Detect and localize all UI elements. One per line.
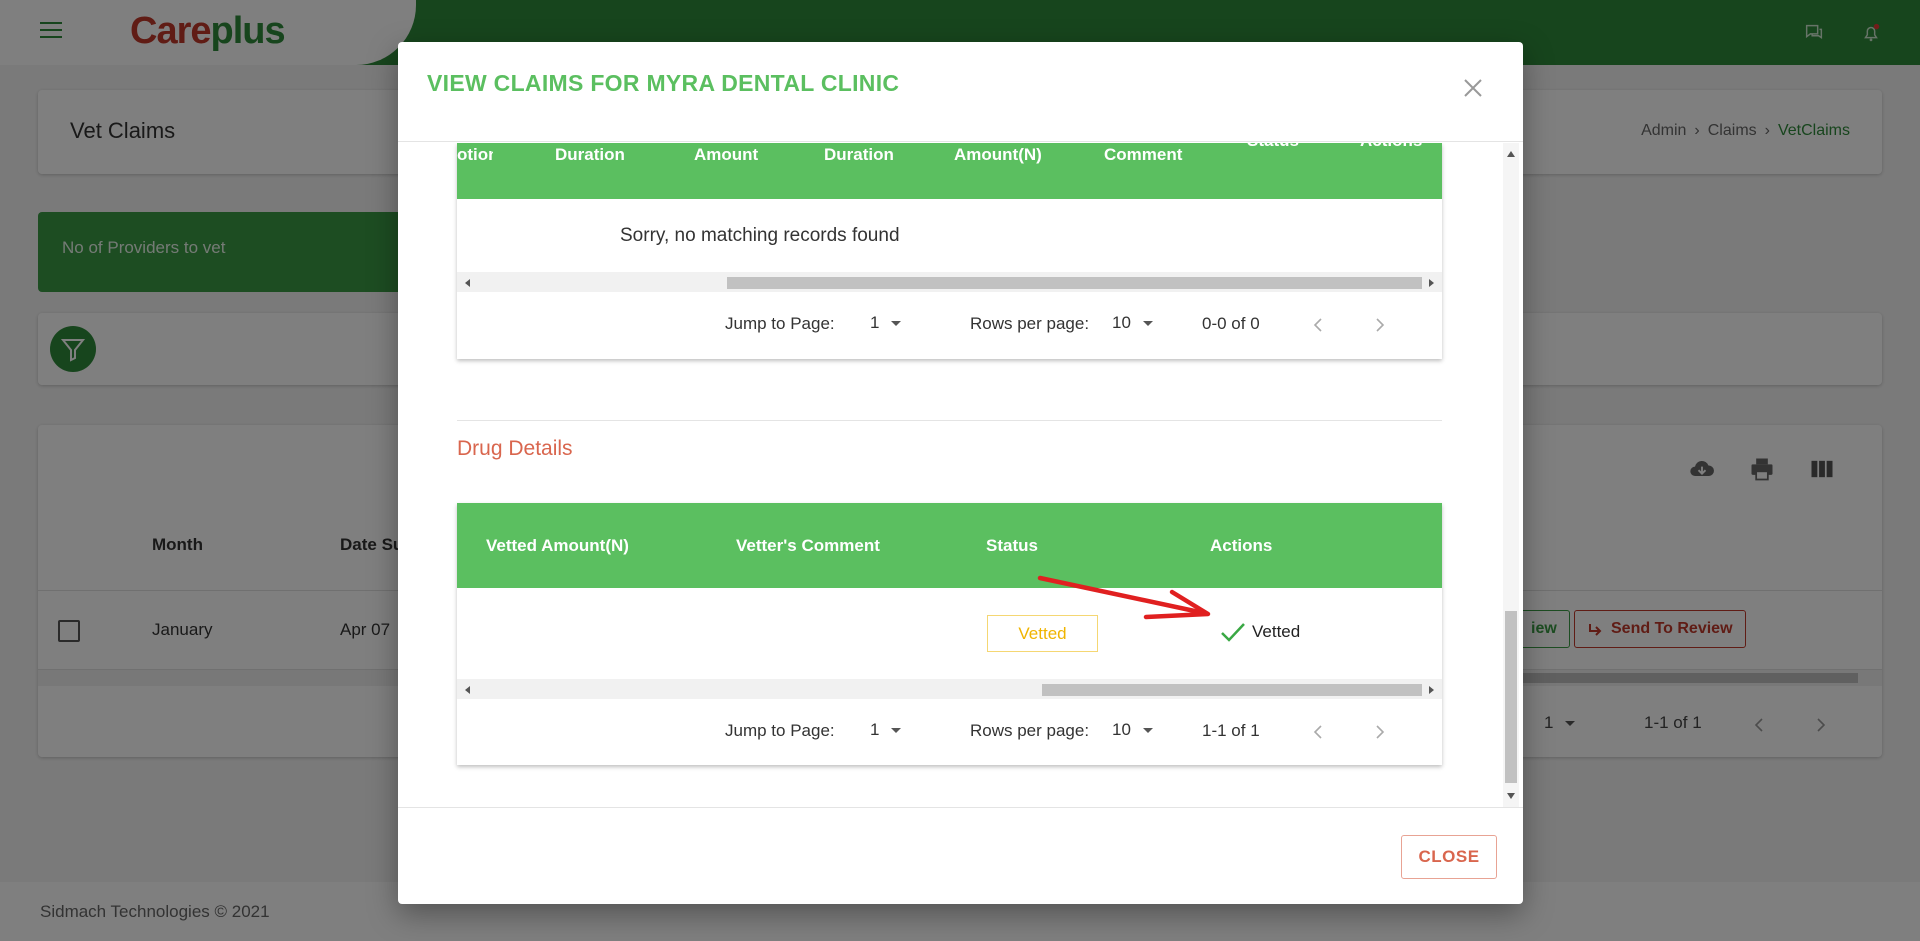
drug-table-header: Vetted Amount(N) Vetter's Comment Status… [457,503,1442,588]
rows-per-page-label: Rows per page: [970,314,1090,333]
column-header-vetted-duration[interactable]: Duration [824,145,894,165]
modal-title: VIEW CLAIMS FOR MYRA DENTAL CLINIC [427,70,900,96]
jump-to-page-select[interactable]: 1 [870,720,902,740]
page-range: 0-0 of 0 [1202,314,1260,333]
column-header-duration[interactable]: Duration [555,145,625,165]
view-claims-modal: VIEW CLAIMS FOR MYRA DENTAL CLINIC otion… [398,42,1523,904]
vetted-action-label: Vetted [1252,622,1301,641]
scrollbar-thumb[interactable] [727,277,1422,289]
chevron-right-icon[interactable] [1370,723,1388,741]
services-pagination: Jump to Page: 1 Rows per page: 10 0-0 of… [457,292,1442,358]
chevron-left-icon[interactable] [1310,723,1328,741]
column-header-vetted-amount[interactable]: Amount(N) [954,145,1042,165]
table-row: Vetted Vetted [457,588,1442,676]
check-icon [1221,623,1245,642]
jump-to-page-value: 1 [870,720,880,739]
scrollbar-thumb[interactable] [1505,611,1517,783]
scroll-right-icon[interactable] [1429,686,1434,694]
scroll-up-icon[interactable] [1507,151,1515,157]
rows-per-page-label: Rows per page: [970,721,1090,740]
drug-details-table: Vetted Amount(N) Vetter's Comment Status… [457,503,1442,765]
vetted-action[interactable]: Vetted [1220,621,1300,643]
caret-down-icon [891,321,902,327]
jump-to-page-label: Jump to Page: [725,721,835,740]
modal-body: otion Duration Amount Duration Amount(N)… [398,143,1523,807]
jump-to-page-value: 1 [870,313,880,332]
status-header-clip: Status [1247,143,1307,151]
column-header-vetters-comment[interactable]: Vetter's Comment [736,536,880,556]
actions-header-clip: Actions [1360,143,1430,151]
close-button[interactable]: CLOSE [1401,835,1497,879]
rows-per-page-value: 10 [1112,720,1131,739]
horizontal-scrollbar[interactable] [457,679,1442,699]
scroll-down-icon[interactable] [1507,793,1515,799]
chevron-left-icon[interactable] [1310,316,1328,334]
caret-down-icon [1142,321,1153,327]
empty-records-message: Sorry, no matching records found [620,225,900,246]
column-header-actions[interactable]: Actions [1360,143,1422,151]
rows-per-page-value: 10 [1112,313,1131,332]
scroll-left-icon[interactable] [465,279,470,287]
services-table: otion Duration Amount Duration Amount(N)… [457,143,1442,359]
rows-per-page-select[interactable]: 10 [1112,720,1153,740]
caret-down-icon [1142,728,1153,734]
column-header-vetted-amount[interactable]: Vetted Amount(N) [486,536,629,556]
chevron-right-icon[interactable] [1370,316,1388,334]
vertical-scrollbar[interactable] [1503,143,1519,807]
close-icon[interactable] [1461,76,1485,100]
column-header-status[interactable]: Status [986,536,1038,556]
scroll-right-icon[interactable] [1429,279,1434,287]
scrollbar-thumb[interactable] [1042,684,1422,696]
rows-per-page-select[interactable]: 10 [1112,313,1153,333]
jump-to-page-label: Jump to Page: [725,314,835,333]
column-header-description[interactable]: otion [457,145,493,165]
drug-details-title: Drug Details [457,437,573,460]
drug-pagination: Jump to Page: 1 Rows per page: 10 1-1 of… [457,699,1442,765]
jump-to-page-select[interactable]: 1 [870,313,902,333]
services-table-header: otion Duration Amount Duration Amount(N)… [457,143,1442,199]
section-divider [457,420,1442,421]
column-header-actions[interactable]: Actions [1210,536,1272,556]
column-header-comment[interactable]: Comment [1104,145,1182,165]
horizontal-scrollbar[interactable] [457,272,1442,292]
modal-footer: CLOSE [398,807,1523,904]
caret-down-icon [891,728,902,734]
column-header-status[interactable]: Status [1247,143,1299,151]
page-range: 1-1 of 1 [1202,721,1260,740]
scroll-left-icon[interactable] [465,686,470,694]
status-badge: Vetted [987,615,1098,652]
modal-header: VIEW CLAIMS FOR MYRA DENTAL CLINIC [398,42,1523,142]
column-header-amount[interactable]: Amount [694,145,758,165]
